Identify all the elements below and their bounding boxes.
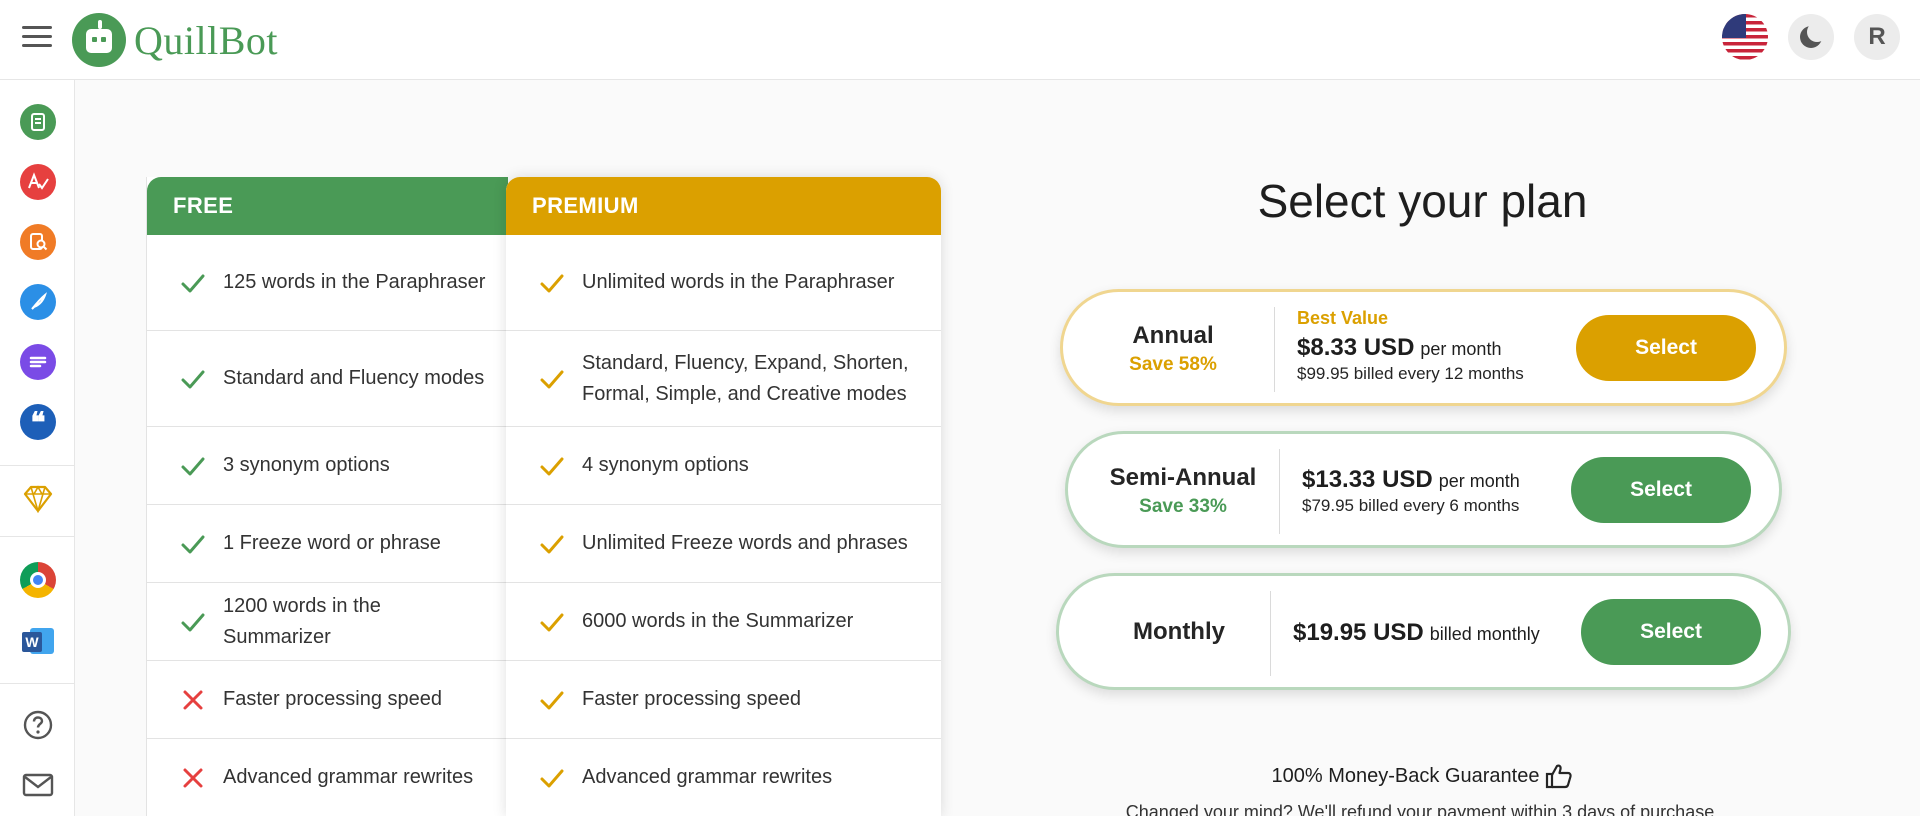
- free-feature-row: Standard and Fluency modes: [147, 331, 508, 427]
- feature-label: Faster processing speed: [223, 688, 443, 710]
- money-back-guarantee: 100% Money-Back Guarantee: [1050, 763, 1795, 789]
- plan-divider: [1274, 307, 1275, 392]
- plan-divider: [1270, 591, 1271, 676]
- check-icon: [536, 450, 568, 482]
- plan-name: Semi-Annual Save 33%: [1103, 464, 1263, 518]
- brand-name: QuillBot: [134, 17, 279, 63]
- sidebar-divider: [0, 536, 74, 537]
- plan-price: $19.95 USD billed monthly: [1293, 619, 1540, 646]
- thumbs-up-icon: [1546, 764, 1573, 789]
- help-icon[interactable]: [20, 707, 56, 743]
- feature-label: Advanced grammar rewrites: [582, 766, 833, 788]
- cross-icon: [177, 684, 209, 716]
- feature-label: Standard, Fluency, Expand, Shorten, Form…: [582, 351, 909, 405]
- check-icon: [536, 606, 568, 638]
- check-icon: [536, 762, 568, 794]
- guarantee-description: Changed your mind? We'll refund your pay…: [1125, 802, 1720, 816]
- sidebar: ❝ W: [0, 80, 75, 816]
- check-icon: [536, 684, 568, 716]
- feature-label: Unlimited words in the Paraphraser: [582, 271, 895, 293]
- select-semi-annual-button[interactable]: Select: [1571, 457, 1751, 523]
- premium-header: PREMIUM: [506, 177, 941, 235]
- free-feature-row: 1200 words in the Summarizer: [147, 583, 508, 661]
- free-column: FREE 125 words in the Paraphraser Standar…: [146, 177, 508, 816]
- chrome-icon[interactable]: [20, 562, 56, 598]
- premium-feature-row: Unlimited Freeze words and phrases: [506, 505, 941, 583]
- select-annual-button[interactable]: Select: [1576, 315, 1756, 381]
- dark-mode-button[interactable]: [1788, 14, 1834, 60]
- premium-feature-row: Faster processing speed: [506, 661, 941, 739]
- plan-price: $8.33 USD per month: [1297, 334, 1502, 361]
- feature-label: Faster processing speed: [582, 688, 802, 710]
- premium-feature-row: 6000 words in the Summarizer: [506, 583, 941, 661]
- plan-name: Annual Save 58%: [1103, 322, 1243, 376]
- feature-label: 1200 words in the Summarizer: [223, 594, 381, 648]
- plan-divider: [1279, 449, 1280, 534]
- plagiarism-checker-icon[interactable]: [20, 224, 56, 260]
- premium-feature-row: Standard, Fluency, Expand, Shorten, Form…: [506, 331, 941, 427]
- paraphraser-icon[interactable]: [20, 104, 56, 140]
- annual-plan-card: Annual Save 58% Best Value $8.33 USD per …: [1060, 289, 1787, 406]
- plan-billing: $79.95 billed every 6 months: [1302, 496, 1520, 515]
- co-writer-icon[interactable]: [20, 284, 56, 320]
- select-monthly-button[interactable]: Select: [1581, 599, 1761, 665]
- plan-savings: Save 58%: [1129, 354, 1217, 375]
- cross-icon: [177, 762, 209, 794]
- page-title: Select your plan: [1257, 175, 1588, 227]
- free-feature-row: 125 words in the Paraphraser: [147, 235, 508, 331]
- feature-label: 125 words in the Paraphraser: [223, 271, 486, 293]
- premium-column: PREMIUM Unlimited words in the Paraphras…: [506, 177, 941, 816]
- plan-price: $13.33 USD per month: [1302, 466, 1520, 493]
- free-feature-row: 3 synonym options: [147, 427, 508, 505]
- quillbot-logo-icon: [72, 13, 126, 67]
- semi-annual-plan-card: Semi-Annual Save 33% $13.33 USD per month…: [1065, 431, 1782, 548]
- check-icon: [177, 528, 209, 560]
- summarizer-icon[interactable]: [20, 344, 56, 380]
- top-bar: QuillBot R: [0, 0, 1920, 80]
- check-icon: [536, 363, 568, 395]
- feature-label: 1 Freeze word or phrase: [223, 532, 441, 554]
- check-icon: [177, 267, 209, 299]
- free-feature-row: Faster processing speed: [147, 661, 508, 739]
- grammar-checker-icon[interactable]: [20, 164, 56, 200]
- free-header: FREE: [147, 177, 508, 235]
- sidebar-divider: [0, 683, 74, 684]
- check-icon: [536, 267, 568, 299]
- feature-label: 4 synonym options: [582, 454, 749, 476]
- free-feature-row: 1 Freeze word or phrase: [147, 505, 508, 583]
- premium-feature-row: 4 synonym options: [506, 427, 941, 505]
- feature-label: 3 synonym options: [223, 454, 390, 476]
- plan-name: Monthly: [1133, 618, 1225, 645]
- monthly-plan-card: Monthly $19.95 USD billed monthly Select: [1056, 573, 1791, 690]
- citation-generator-icon[interactable]: ❝: [20, 404, 56, 440]
- premium-feature-row: Unlimited words in the Paraphraser: [506, 235, 941, 331]
- us-flag-icon[interactable]: [1722, 14, 1768, 60]
- free-feature-row: Advanced grammar rewrites: [147, 739, 508, 816]
- plan-savings: Save 33%: [1139, 496, 1227, 517]
- avatar[interactable]: R: [1854, 14, 1900, 60]
- best-value-badge: Best Value: [1297, 308, 1389, 328]
- feature-label: 6000 words in the Summarizer: [582, 610, 854, 632]
- menu-icon[interactable]: [22, 26, 52, 52]
- premium-feature-row: Advanced grammar rewrites: [506, 739, 941, 816]
- mail-icon[interactable]: [20, 767, 56, 803]
- feature-label: Standard and Fluency modes: [223, 367, 485, 389]
- feature-label: Advanced grammar rewrites: [223, 766, 474, 788]
- moon-icon: [1800, 22, 1827, 48]
- check-icon: [536, 528, 568, 560]
- diamond-icon[interactable]: [20, 481, 56, 517]
- quillbot-logo[interactable]: QuillBot: [72, 12, 278, 68]
- word-icon[interactable]: W: [20, 622, 56, 658]
- feature-label: Unlimited Freeze words and phrases: [582, 532, 908, 554]
- check-icon: [177, 363, 209, 395]
- sidebar-divider: [0, 465, 74, 466]
- plan-comparison-table: FREE 125 words in the Paraphraser Standar…: [146, 177, 941, 816]
- check-icon: [177, 606, 209, 638]
- check-icon: [177, 450, 209, 482]
- plan-billing: $99.95 billed every 12 months: [1297, 364, 1524, 383]
